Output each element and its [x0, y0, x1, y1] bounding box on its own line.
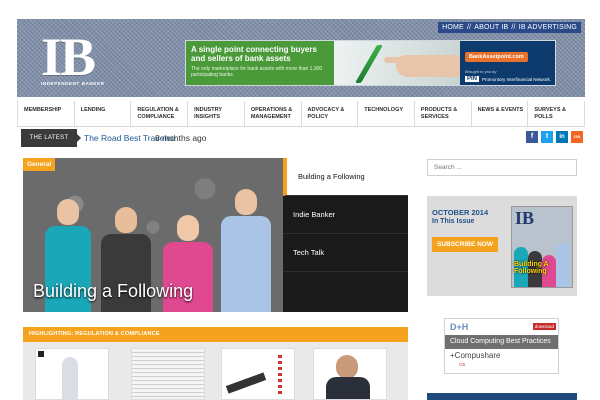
- person-image: [221, 189, 271, 312]
- highlight-thumbnails: [23, 342, 408, 400]
- site-header: HOME // ABOUT IB // IB ADVERTISING IB IN…: [17, 19, 585, 97]
- nav-item-operations[interactable]: OPERATIONS & MANAGEMENT: [245, 101, 302, 126]
- main-nav: MEMBERSHIP LENDING REGULATION & COMPLIAN…: [17, 101, 586, 127]
- subscribe-button[interactable]: SUBSCRIBE NOW: [432, 237, 498, 252]
- news-ticker: THE LATEST The Road Best Traveled 8 mont…: [17, 129, 585, 149]
- thumb-figure: [326, 377, 370, 399]
- ad-brand: +Compushare: [450, 351, 501, 360]
- search-input[interactable]: [427, 159, 577, 176]
- linkedin-icon[interactable]: in: [556, 131, 568, 143]
- sidebar-ad[interactable]: D+H download Cloud Computing Best Practi…: [444, 318, 559, 374]
- site-logo[interactable]: IB INDEPENDENT BANKER: [41, 27, 113, 90]
- current-issue-box: OCTOBER 2014 In This Issue SUBSCRIBE NOW…: [427, 196, 577, 296]
- partner-logo: PIN: [465, 76, 480, 82]
- ad-brought-by: Brought to you by: [465, 69, 497, 74]
- featured-list-item-empty: [283, 272, 408, 310]
- ad-partner: PIN Promontory Interfinancial Network.: [465, 76, 552, 82]
- logo-subtitle: INDEPENDENT BANKER: [41, 81, 105, 86]
- featured-image[interactable]: General Building a Following: [23, 158, 283, 312]
- cover-logo: IB: [515, 208, 535, 228]
- magazine-cover[interactable]: IB Building A Following: [511, 206, 573, 288]
- ad-cta-button[interactable]: BankAssetpoint.com: [465, 52, 528, 62]
- nav-item-membership[interactable]: MEMBERSHIP: [17, 101, 75, 126]
- article-thumbnail[interactable]: [221, 348, 295, 400]
- logo-text: IB: [41, 27, 96, 87]
- social-links: f t in rss: [526, 131, 583, 143]
- issue-month: OCTOBER 2014: [432, 208, 489, 217]
- nav-item-products[interactable]: PRODUCTS & SERVICES: [415, 101, 472, 126]
- ad-headline: Cloud Computing Best Practices: [445, 335, 558, 349]
- person-head: [57, 199, 79, 225]
- featured-list-item[interactable]: Indie Banker: [283, 196, 408, 234]
- download-badge: download: [532, 323, 556, 330]
- about-link[interactable]: ABOUT IB: [474, 24, 508, 31]
- top-links: HOME // ABOUT IB // IB ADVERTISING: [438, 22, 581, 33]
- ticker-timestamp: 8 months ago: [155, 133, 207, 143]
- page: HOME // ABOUT IB // IB ADVERTISING IB IN…: [0, 0, 600, 400]
- nav-item-technology[interactable]: TECHNOLOGY: [358, 101, 415, 126]
- home-link[interactable]: HOME: [442, 24, 464, 31]
- thumb-checklist: [278, 355, 282, 395]
- thumb-figure: [336, 355, 358, 379]
- document-icon: [38, 351, 44, 357]
- ad-subline: The only marketplace for bank assets wit…: [191, 66, 323, 78]
- highlight-heading: HIGHLIGHTING: REGULATION & COMPLIANCE: [23, 327, 408, 342]
- nav-item-regulation[interactable]: REGULATION & COMPLIANCE: [131, 101, 189, 126]
- ad-copy-panel: A single point connecting buyers and sel…: [186, 41, 334, 85]
- latest-arrow-icon: [77, 134, 81, 142]
- featured-list: Building a Following Indie Banker Tech T…: [283, 158, 408, 312]
- category-tag[interactable]: General: [23, 158, 56, 171]
- thumb-figure: [62, 357, 78, 399]
- twitter-icon[interactable]: t: [541, 131, 553, 143]
- nav-item-industry[interactable]: INDUSTRY INSIGHTS: [188, 101, 245, 126]
- ad-hand-image: [396, 55, 460, 77]
- nav-item-advocacy[interactable]: ADVOCACY & POLICY: [302, 101, 359, 126]
- link-separator: //: [466, 24, 472, 31]
- issue-in-this-issue[interactable]: In This Issue: [432, 218, 474, 225]
- cover-title: Building A Following: [514, 261, 549, 275]
- thumb-hand: [225, 372, 267, 394]
- rss-icon[interactable]: rss: [571, 131, 583, 143]
- person-head: [235, 189, 257, 215]
- article-thumbnail[interactable]: [131, 348, 205, 400]
- latest-label: THE LATEST: [21, 129, 77, 147]
- advertising-link[interactable]: IB ADVERTISING: [519, 24, 577, 31]
- person-head: [177, 215, 199, 241]
- nav-item-news[interactable]: NEWS & EVENTS: [472, 101, 529, 126]
- featured-list-item[interactable]: Building a Following: [283, 158, 408, 196]
- sidebar-widget-header: [427, 393, 577, 400]
- ad-sponsor-panel: BankAssetpoint.com Brought to you by PIN…: [460, 41, 555, 85]
- featured-caption[interactable]: Building a Following: [33, 281, 193, 302]
- featured-slider: General Building a Following Building a …: [23, 158, 408, 312]
- article-thumbnail[interactable]: [35, 348, 109, 400]
- ad-brand-sub: CS: [459, 362, 466, 367]
- partner-name: Promontory Interfinancial Network.: [482, 76, 552, 82]
- person-head: [115, 207, 137, 233]
- ad-headline: A single point connecting buyers and sel…: [191, 45, 317, 63]
- link-separator: //: [511, 24, 516, 31]
- featured-list-item[interactable]: Tech Talk: [283, 234, 408, 272]
- ad-logo: D+H: [450, 322, 469, 332]
- facebook-icon[interactable]: f: [526, 131, 538, 143]
- header-ad-banner[interactable]: A single point connecting buyers and sel…: [185, 40, 556, 86]
- nav-item-surveys[interactable]: SURVEYS & POLLS: [528, 101, 586, 126]
- nav-item-lending[interactable]: LENDING: [75, 101, 132, 126]
- article-thumbnail[interactable]: [313, 348, 387, 400]
- person-body: [221, 216, 271, 312]
